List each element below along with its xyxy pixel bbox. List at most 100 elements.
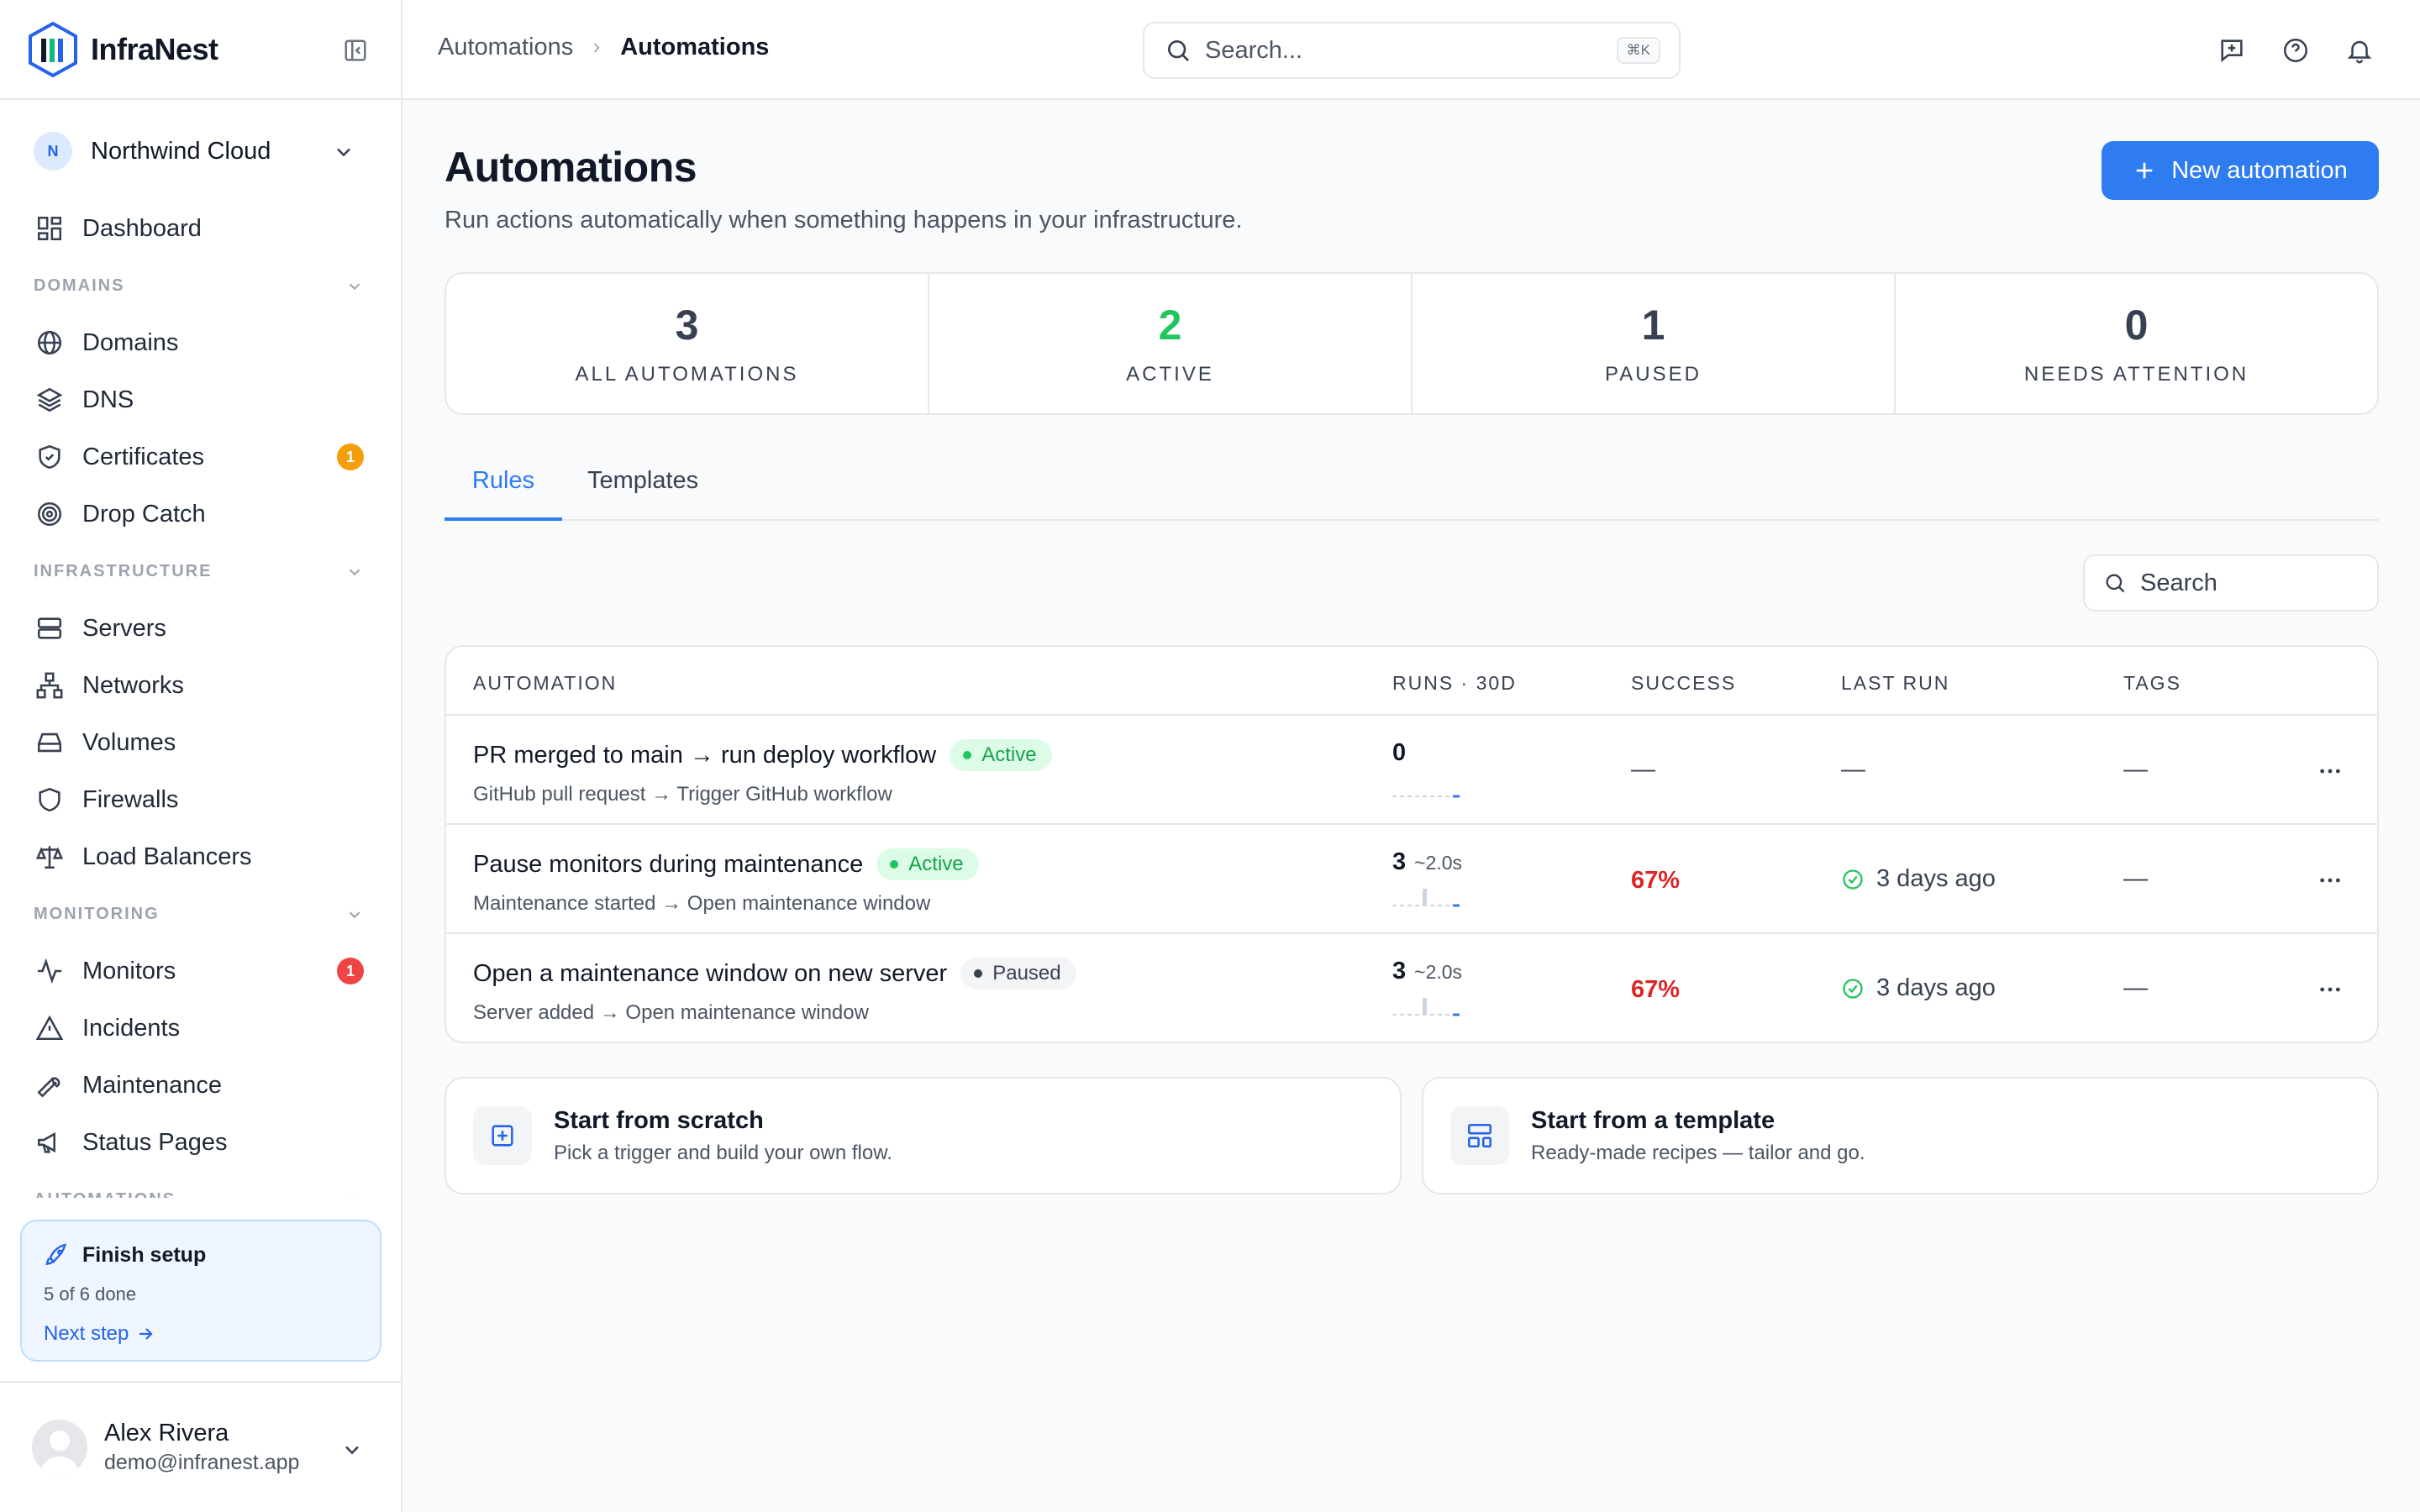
user-name: Alex Rivera (104, 1420, 229, 1446)
stat-active[interactable]: 2 ACTIVE (929, 274, 1413, 413)
finish-setup-card: Finish setup 5 of 6 done Next step (20, 1220, 381, 1362)
column-success[interactable]: SUCCESS (1631, 672, 1736, 695)
shield-check-icon (39, 444, 60, 470)
next-step-label: Next step (44, 1322, 129, 1345)
success-rate: — (1631, 756, 1655, 783)
brand: InfraNest (0, 0, 401, 100)
notifications-button[interactable] (2343, 34, 2376, 67)
table-row[interactable]: Open a maintenance window on new server … (446, 934, 2377, 1042)
sidebar-item-networks[interactable]: Networks (0, 657, 401, 714)
more-options-icon[interactable] (2317, 867, 2344, 894)
runs-sparkline (1392, 889, 1460, 907)
section-infrastructure[interactable]: INFRASTRUCTURE (0, 543, 401, 600)
stat-all-automations[interactable]: 3 ALL AUTOMATIONS (446, 274, 929, 413)
sidebar-item-label: Firewalls (82, 785, 179, 813)
section-automations[interactable]: AUTOMATIONS (0, 1171, 401, 1198)
stat-value: 1 (1641, 302, 1665, 349)
help-button[interactable] (2279, 34, 2312, 67)
sidebar-item-label: Servers (82, 614, 166, 642)
section-monitoring[interactable]: MONITORING (0, 885, 401, 942)
global-search-input[interactable]: Search... ⌘K (1143, 22, 1681, 79)
column-runs[interactable]: RUNS · 30D (1392, 672, 1517, 695)
sidebar-toggle-icon (345, 39, 366, 61)
sidebar-item-load-balancers[interactable]: Load Balancers (0, 828, 401, 885)
more-options-icon[interactable] (2317, 976, 2344, 1003)
tags: — (2123, 756, 2148, 783)
megaphone-icon (37, 1131, 55, 1153)
automation-name: PR merged to main → run deploy workflow (473, 741, 937, 769)
org-switcher[interactable]: N Northwind Cloud (34, 125, 381, 177)
sidebar-item-status-pages[interactable]: Status Pages (0, 1114, 401, 1171)
sidebar-item-label: Drop Catch (82, 500, 206, 528)
table-header: AUTOMATION RUNS · 30D SUCCESS LAST RUN T… (446, 647, 2377, 716)
sidebar-item-maintenance[interactable]: Maintenance (0, 1057, 401, 1114)
scale-icon (35, 846, 64, 869)
page-subtitle: Run actions automatically when something… (445, 207, 1243, 234)
status-badge: Active (950, 739, 1052, 771)
sidebar-item-certificates[interactable]: Certificates 1 (0, 428, 401, 486)
status-badge: Paused (960, 958, 1076, 990)
sidebar-item-dns[interactable]: DNS (0, 371, 401, 428)
sidebar-item-firewalls[interactable]: Firewalls (0, 771, 401, 828)
breadcrumb-current: Automations (620, 34, 770, 60)
sidebar-item-domains[interactable]: Domains (0, 314, 401, 371)
stat-value: 3 (675, 302, 699, 349)
start-from-scratch-card[interactable]: Start from scratch Pick a trigger and bu… (445, 1077, 1402, 1194)
feedback-button[interactable] (2215, 34, 2249, 67)
column-last-run[interactable]: LAST RUN (1841, 672, 1949, 695)
infranest-logo-icon (29, 21, 77, 77)
tab-rules[interactable]: Rules (445, 467, 562, 521)
bell-icon (2347, 40, 2372, 64)
more-options-icon[interactable] (2317, 758, 2344, 785)
sidebar-item-drop-catch[interactable]: Drop Catch (0, 486, 401, 543)
start-from-template-card[interactable]: Start from a template Ready-made recipes… (1422, 1077, 2379, 1194)
table-search-input[interactable]: Search (2083, 554, 2379, 612)
column-tags[interactable]: TAGS (2123, 672, 2181, 695)
user-email: demo@infranest.app (104, 1451, 300, 1474)
last-run: 3 days ago (1841, 865, 1996, 893)
tab-templates[interactable]: Templates (587, 467, 698, 495)
collapse-sidebar-button[interactable] (342, 37, 369, 64)
layers-icon (36, 387, 63, 412)
search-placeholder: Search... (1205, 36, 1303, 64)
table-row[interactable]: PR merged to main → run deploy workflow … (446, 716, 2377, 825)
sidebar-item-label: DNS (82, 386, 134, 413)
check-circle-icon (1843, 869, 1863, 890)
stat-paused[interactable]: 1 PAUSED (1413, 274, 1896, 413)
sidebar-item-servers[interactable]: Servers (0, 600, 401, 657)
sidebar-item-label: Maintenance (82, 1071, 223, 1099)
sidebar-item-label: Incidents (82, 1014, 181, 1042)
user-menu[interactable]: Alex Rivera demo@infranest.app (0, 1381, 401, 1512)
search-icon (2106, 574, 2125, 593)
automation-name: Open a maintenance window on new server (473, 959, 948, 987)
search-shortcut: ⌘K (1616, 37, 1660, 64)
rocket-icon (45, 1243, 66, 1266)
sidebar-item-volumes[interactable]: Volumes (0, 714, 401, 771)
shield-icon (39, 787, 60, 812)
brand-name: InfraNest (91, 31, 218, 66)
stats-summary: 3 ALL AUTOMATIONS 2 ACTIVE 1 PAUSED 0 NE… (445, 272, 2379, 415)
server-icon (37, 617, 62, 639)
tabs: Rules Templates (445, 454, 2379, 521)
sidebar-item-dashboard[interactable]: Dashboard (0, 200, 401, 257)
org-name: Northwind Cloud (91, 137, 271, 165)
section-domains[interactable]: DOMAINS (0, 257, 401, 314)
user-silhouette-icon (41, 1431, 78, 1475)
new-automation-button[interactable]: New automation (2102, 141, 2379, 200)
column-automation[interactable]: AUTOMATION (473, 672, 617, 695)
next-step-link[interactable]: Next step (44, 1322, 358, 1346)
sidebar-item-monitors[interactable]: Monitors 1 (0, 942, 401, 1000)
check-circle-icon (1843, 978, 1863, 999)
arrow-right-icon (139, 1328, 153, 1340)
card-title: Start from scratch (554, 1106, 764, 1134)
stat-needs-attention[interactable]: 0 NEEDS ATTENTION (1896, 274, 2377, 413)
section-label: AUTOMATIONS (34, 1190, 176, 1199)
chevron-down-icon (337, 148, 350, 157)
sidebar-item-incidents[interactable]: Incidents (0, 1000, 401, 1057)
breadcrumb-parent[interactable]: Automations (438, 34, 573, 61)
sidebar-item-label: Volumes (82, 728, 176, 756)
last-run: — (1841, 756, 1865, 783)
stat-label: PAUSED (1605, 363, 1702, 386)
table-row[interactable]: Pause monitors during maintenance Active… (446, 825, 2377, 934)
chevron-down-icon (345, 1446, 359, 1455)
